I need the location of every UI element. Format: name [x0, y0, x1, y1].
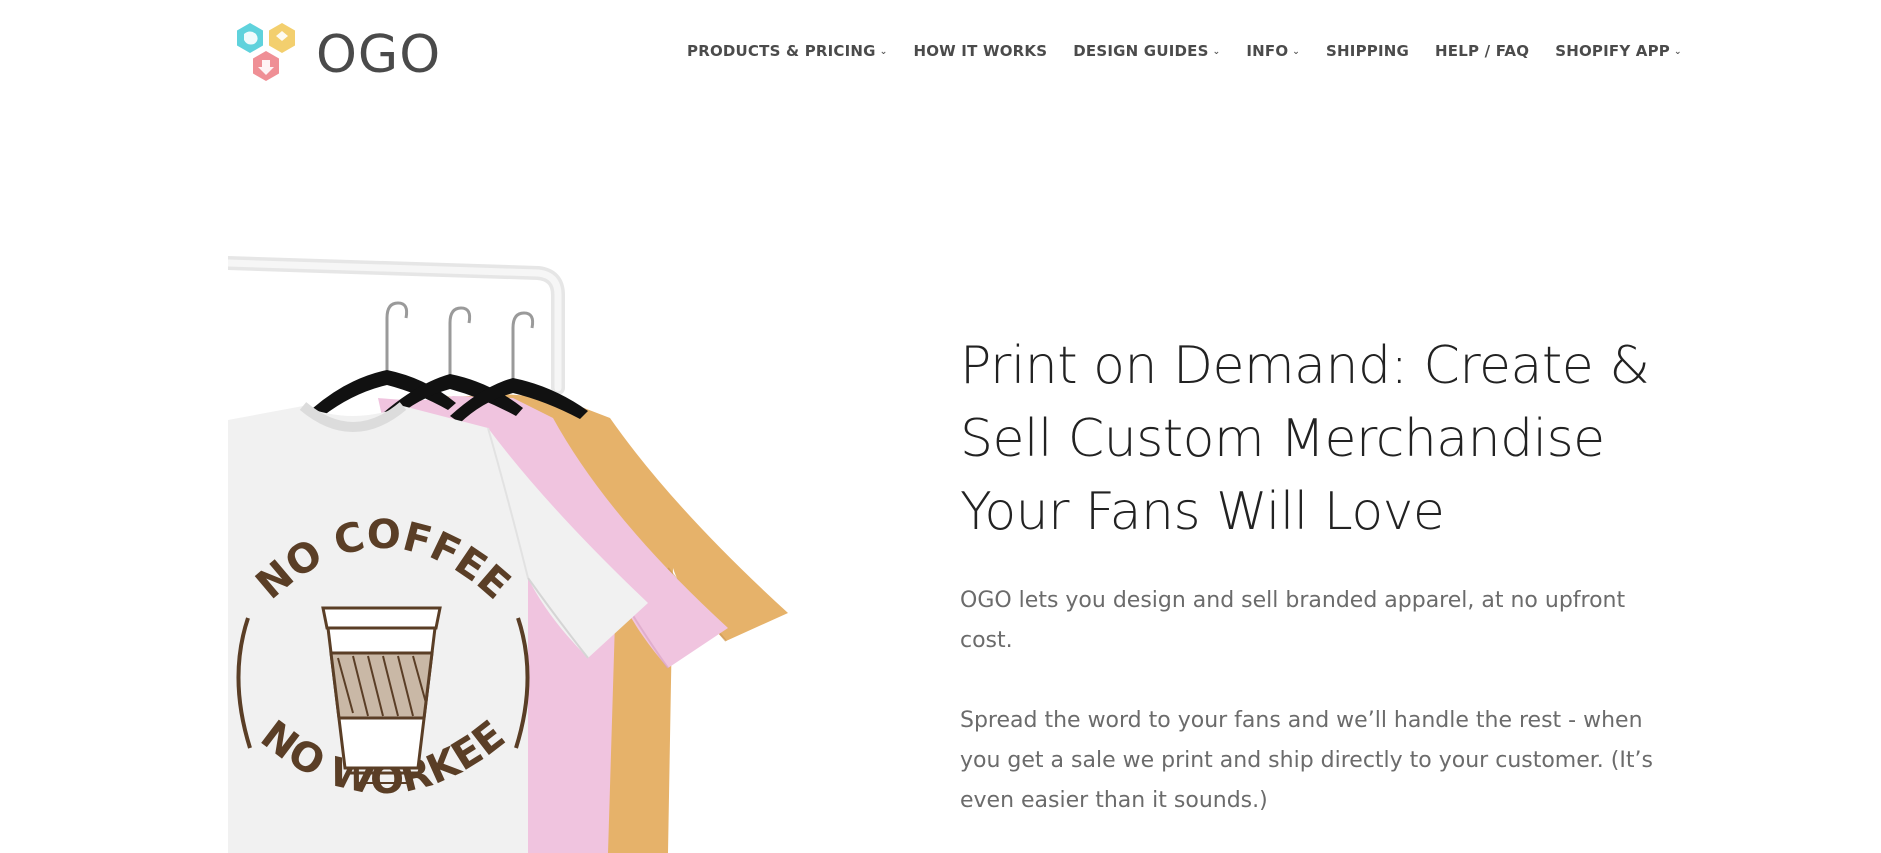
main-nav: PRODUCTS & PRICING ⌄ HOW IT WORKS DESIGN… [687, 42, 1708, 60]
nav-shopify-app[interactable]: SHOPIFY APP ⌄ [1555, 42, 1682, 60]
nav-label: HOW IT WORKS [913, 42, 1048, 60]
nav-label: HELP / FAQ [1435, 42, 1530, 60]
nav-label: PRODUCTS & PRICING [687, 42, 876, 60]
nav-help-faq[interactable]: HELP / FAQ [1435, 42, 1529, 60]
chevron-down-icon: ⌄ [1292, 47, 1301, 57]
chevron-down-icon: ⌄ [1674, 47, 1682, 57]
chevron-down-icon: ⌄ [1212, 47, 1221, 57]
hero-paragraph-intro: OGO lets you design and sell branded app… [960, 588, 1626, 653]
nav-label: INFO [1246, 42, 1289, 60]
hero-title: Print on Demand: Create & Sell Custom Me… [960, 336, 1650, 542]
nav-how-it-works[interactable]: HOW IT WORKS [913, 42, 1047, 60]
nav-label: DESIGN GUIDES [1073, 42, 1209, 60]
nav-label: SHIPPING [1326, 42, 1410, 60]
site-header: OGO PRODUCTS & PRICING ⌄ HOW IT WORKS DE… [0, 0, 1881, 108]
nav-info[interactable]: INFO ⌄ [1246, 42, 1300, 60]
logo-hexagons-icon [237, 23, 295, 81]
hero-content: Print on Demand: Create & Sell Custom Me… [960, 330, 1660, 821]
nav-products-pricing[interactable]: PRODUCTS & PRICING ⌄ [687, 42, 887, 60]
tshirts-on-rack-illustration: NO COFFEE NO WORKEE [228, 256, 788, 853]
nav-design-guides[interactable]: DESIGN GUIDES ⌄ [1073, 42, 1220, 60]
nav-label: SHOPIFY APP [1555, 42, 1670, 60]
nav-shipping[interactable]: SHIPPING [1326, 42, 1409, 60]
hero-tshirts-image: NO COFFEE NO WORKEE [228, 248, 798, 853]
chevron-down-icon: ⌄ [879, 47, 888, 57]
logo-text: OGO [316, 25, 442, 85]
hero-paragraph-details: Spread the word to your fans and we’ll h… [960, 708, 1653, 813]
logo-link[interactable]: OGO [232, 20, 441, 90]
